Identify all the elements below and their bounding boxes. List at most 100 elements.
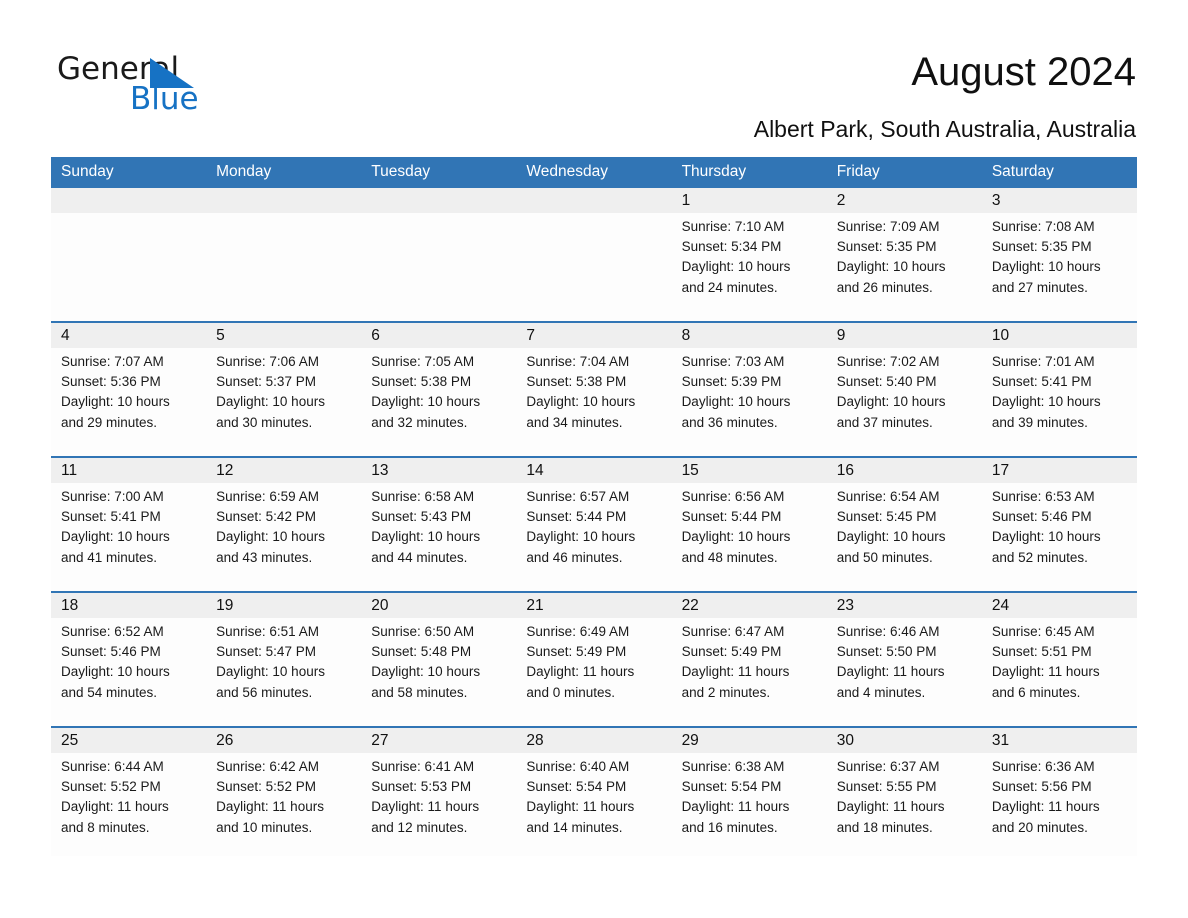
day-cell[interactable]	[361, 188, 517, 321]
day-cell[interactable]: 6 Sunrise: 7:05 AM Sunset: 5:38 PM Dayli…	[361, 323, 517, 456]
day-number: 28	[526, 732, 544, 749]
day-cell[interactable]: 24 Sunrise: 6:45 AM Sunset: 5:51 PM Dayl…	[981, 593, 1137, 726]
daylight-text-line2: and 14 minutes.	[526, 819, 623, 835]
weekday-header-sunday: Sunday	[61, 163, 114, 180]
sunset-text: Sunset: 5:36 PM	[61, 374, 161, 390]
day-cell[interactable]: 4 Sunrise: 7:07 AM Sunset: 5:36 PM Dayli…	[51, 323, 207, 456]
day-cell[interactable]: 22 Sunrise: 6:47 AM Sunset: 5:49 PM Dayl…	[671, 593, 827, 726]
day-cell[interactable]: 14 Sunrise: 6:57 AM Sunset: 5:44 PM Dayl…	[516, 458, 672, 591]
day-cell[interactable]: 26 Sunrise: 6:42 AM Sunset: 5:52 PM Dayl…	[206, 728, 362, 856]
day-cell[interactable]: 17 Sunrise: 6:53 AM Sunset: 5:46 PM Dayl…	[981, 458, 1137, 591]
day-cell[interactable]: 18 Sunrise: 6:52 AM Sunset: 5:46 PM Dayl…	[51, 593, 207, 726]
day-cell[interactable]: 19 Sunrise: 6:51 AM Sunset: 5:47 PM Dayl…	[206, 593, 362, 726]
day-number: 29	[681, 732, 699, 749]
day-cell[interactable]: 7 Sunrise: 7:04 AM Sunset: 5:38 PM Dayli…	[516, 323, 672, 456]
day-cell[interactable]: 11 Sunrise: 7:00 AM Sunset: 5:41 PM Dayl…	[51, 458, 207, 591]
sunset-text: Sunset: 5:43 PM	[371, 509, 472, 525]
day-info: Sunrise: 6:41 AM Sunset: 5:53 PM Dayligh…	[361, 753, 516, 838]
sunset-text: Sunset: 5:35 PM	[836, 239, 937, 255]
day-cell[interactable]: 29 Sunrise: 6:38 AM Sunset: 5:54 PM Dayl…	[671, 728, 827, 856]
day-cell[interactable]: 9 Sunrise: 7:02 AM Sunset: 5:40 PM Dayli…	[826, 323, 982, 456]
day-info: Sunrise: 6:57 AM Sunset: 5:44 PM Dayligh…	[516, 483, 671, 568]
daylight-text-line2: and 18 minutes.	[836, 819, 933, 835]
sunset-text: Sunset: 5:45 PM	[836, 509, 937, 525]
sunset-text: Sunset: 5:47 PM	[216, 644, 316, 660]
daylight-text-line1: Daylight: 10 hours	[991, 259, 1101, 275]
day-info: Sunrise: 7:09 AM Sunset: 5:35 PM Dayligh…	[827, 213, 982, 298]
daylight-text-line1: Daylight: 11 hours	[371, 799, 480, 815]
day-number: 15	[681, 462, 699, 479]
day-cell[interactable]: 23 Sunrise: 6:46 AM Sunset: 5:50 PM Dayl…	[826, 593, 982, 726]
day-cell[interactable]: 25 Sunrise: 6:44 AM Sunset: 5:52 PM Dayl…	[51, 728, 207, 856]
day-info: Sunrise: 6:45 AM Sunset: 5:51 PM Dayligh…	[982, 618, 1137, 703]
weekday-header-wednesday: Wednesday	[526, 163, 608, 180]
day-number-band: 8	[671, 323, 827, 348]
day-cell[interactable]: 3 Sunrise: 7:08 AM Sunset: 5:35 PM Dayli…	[981, 188, 1137, 321]
day-number: 16	[836, 462, 854, 479]
day-cell[interactable]: 21 Sunrise: 6:49 AM Sunset: 5:49 PM Dayl…	[516, 593, 672, 726]
day-number-band: 28	[516, 728, 672, 753]
daylight-text-line2: and 44 minutes.	[371, 549, 468, 565]
day-cell[interactable]: 27 Sunrise: 6:41 AM Sunset: 5:53 PM Dayl…	[361, 728, 517, 856]
sunrise-text: Sunrise: 6:47 AM	[681, 624, 785, 639]
daylight-text-line1: Daylight: 10 hours	[216, 529, 325, 545]
sunset-text: Sunset: 5:44 PM	[526, 509, 627, 525]
sunset-text: Sunset: 5:49 PM	[681, 644, 782, 660]
day-number-band: 17	[981, 458, 1137, 483]
day-info: Sunrise: 6:37 AM Sunset: 5:55 PM Dayligh…	[827, 753, 982, 838]
daylight-text-line2: and 56 minutes.	[216, 684, 313, 700]
daylight-text-line2: and 41 minutes.	[61, 549, 158, 565]
day-cell[interactable]	[206, 188, 362, 321]
weekday-header-tuesday: Tuesday	[371, 163, 431, 180]
day-cell[interactable]: 28 Sunrise: 6:40 AM Sunset: 5:54 PM Dayl…	[516, 728, 672, 856]
daylight-text-line1: Daylight: 10 hours	[216, 394, 325, 410]
day-cell[interactable]	[516, 188, 672, 321]
sunset-text: Sunset: 5:46 PM	[991, 509, 1092, 525]
week-row: 18 Sunrise: 6:52 AM Sunset: 5:46 PM Dayl…	[51, 591, 1137, 726]
week-row: 4 Sunrise: 7:07 AM Sunset: 5:36 PM Dayli…	[51, 321, 1137, 456]
day-info: Sunrise: 7:08 AM Sunset: 5:35 PM Dayligh…	[982, 213, 1137, 298]
sunset-text: Sunset: 5:52 PM	[216, 779, 316, 795]
day-number: 12	[216, 462, 234, 479]
daylight-text-line1: Daylight: 11 hours	[61, 799, 169, 815]
day-cell[interactable]	[51, 188, 207, 321]
daylight-text-line1: Daylight: 10 hours	[526, 529, 636, 545]
day-number-band	[361, 188, 517, 213]
day-cell[interactable]: 16 Sunrise: 6:54 AM Sunset: 5:45 PM Dayl…	[826, 458, 982, 591]
daylight-text-line1: Daylight: 10 hours	[681, 394, 791, 410]
sunset-text: Sunset: 5:34 PM	[681, 239, 782, 255]
page-header: General Blue August 2024 Albert Park, So…	[0, 0, 1188, 155]
day-cell[interactable]: 8 Sunrise: 7:03 AM Sunset: 5:39 PM Dayli…	[671, 323, 827, 456]
daylight-text-line1: Daylight: 10 hours	[371, 394, 481, 410]
day-cell[interactable]: 13 Sunrise: 6:58 AM Sunset: 5:43 PM Dayl…	[361, 458, 517, 591]
day-number: 1	[681, 192, 691, 209]
week-row: 1 Sunrise: 7:10 AM Sunset: 5:34 PM Dayli…	[51, 186, 1137, 321]
sunrise-text: Sunrise: 7:02 AM	[836, 354, 940, 369]
day-info: Sunrise: 6:36 AM Sunset: 5:56 PM Dayligh…	[982, 753, 1137, 838]
day-cell[interactable]: 30 Sunrise: 6:37 AM Sunset: 5:55 PM Dayl…	[826, 728, 982, 856]
sunrise-text: Sunrise: 6:38 AM	[681, 759, 785, 774]
daylight-text-line1: Daylight: 11 hours	[526, 664, 635, 680]
day-number-band: 20	[361, 593, 517, 618]
daylight-text-line2: and 50 minutes.	[836, 549, 933, 565]
day-number-band: 3	[981, 188, 1137, 213]
day-cell[interactable]: 15 Sunrise: 6:56 AM Sunset: 5:44 PM Dayl…	[671, 458, 827, 591]
week-row: 25 Sunrise: 6:44 AM Sunset: 5:52 PM Dayl…	[51, 726, 1137, 856]
day-cell[interactable]: 1 Sunrise: 7:10 AM Sunset: 5:34 PM Dayli…	[671, 188, 827, 321]
page-subtitle-location: Albert Park, South Australia, Australia	[753, 116, 1136, 142]
day-number-band	[516, 188, 672, 213]
day-number: 9	[836, 327, 846, 344]
day-cell[interactable]: 12 Sunrise: 6:59 AM Sunset: 5:42 PM Dayl…	[206, 458, 362, 591]
day-number: 17	[991, 462, 1010, 479]
day-cell[interactable]: 31 Sunrise: 6:36 AM Sunset: 5:56 PM Dayl…	[981, 728, 1137, 856]
sunset-text: Sunset: 5:53 PM	[371, 779, 472, 795]
sunset-text: Sunset: 5:39 PM	[681, 374, 782, 390]
day-number-band: 2	[826, 188, 982, 213]
day-cell[interactable]: 2 Sunrise: 7:09 AM Sunset: 5:35 PM Dayli…	[826, 188, 982, 321]
day-info: Sunrise: 6:40 AM Sunset: 5:54 PM Dayligh…	[516, 753, 671, 838]
logo-text-blue: Blue	[130, 81, 199, 117]
day-cell[interactable]: 20 Sunrise: 6:50 AM Sunset: 5:48 PM Dayl…	[361, 593, 517, 726]
daylight-text-line2: and 6 minutes.	[991, 684, 1081, 700]
day-cell[interactable]: 5 Sunrise: 7:06 AM Sunset: 5:37 PM Dayli…	[206, 323, 362, 456]
day-cell[interactable]: 10 Sunrise: 7:01 AM Sunset: 5:41 PM Dayl…	[981, 323, 1137, 456]
